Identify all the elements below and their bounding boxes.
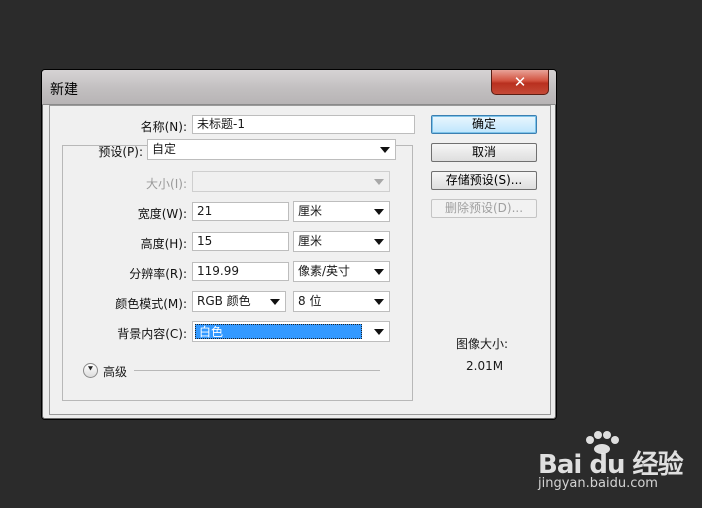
image-size-value: 2.01M bbox=[466, 359, 504, 373]
resolution-unit-select[interactable]: 像素/英寸 bbox=[293, 261, 390, 282]
height-unit-select[interactable]: 厘米 bbox=[293, 231, 390, 252]
size-label: 大小(I): bbox=[146, 177, 187, 191]
save-preset-button[interactable]: 存储预设(S)... bbox=[431, 171, 537, 190]
resolution-label: 分辨率(R): bbox=[129, 267, 187, 281]
color-mode-value: RGB 颜色 bbox=[197, 294, 251, 308]
ok-button[interactable]: 确定 bbox=[431, 115, 537, 134]
preset-value: 自定 bbox=[152, 142, 177, 156]
chevron-down-icon bbox=[270, 299, 280, 305]
preset-label: 预设(P): bbox=[98, 145, 143, 159]
chevron-down-icon bbox=[374, 239, 384, 245]
chevron-down-icon bbox=[374, 299, 384, 305]
color-mode-label: 颜色模式(M): bbox=[115, 297, 187, 311]
chevron-down-icon bbox=[374, 179, 384, 185]
bit-depth-select[interactable]: 8 位 bbox=[293, 291, 390, 312]
preset-select[interactable]: 自定 bbox=[147, 139, 396, 160]
image-size-label: 图像大小: bbox=[456, 337, 509, 351]
dialog-title: 新建 bbox=[50, 82, 78, 98]
chevron-down-icon bbox=[374, 329, 384, 335]
width-label: 宽度(W): bbox=[137, 207, 187, 221]
background-label: 背景内容(C): bbox=[117, 327, 187, 341]
watermark-url: jingyan.baidu.com bbox=[538, 476, 658, 491]
size-select bbox=[192, 171, 390, 192]
width-unit-select[interactable]: 厘米 bbox=[293, 201, 390, 222]
background-value: 白色 bbox=[195, 324, 362, 339]
bit-depth-value: 8 位 bbox=[298, 294, 322, 308]
chevron-double-down-icon: ⯆ bbox=[86, 365, 95, 375]
resolution-unit-value: 像素/英寸 bbox=[298, 264, 351, 278]
color-mode-select[interactable]: RGB 颜色 bbox=[192, 291, 286, 312]
close-button[interactable]: ✕ bbox=[491, 70, 549, 95]
name-label: 名称(N): bbox=[140, 120, 187, 134]
close-icon: ✕ bbox=[513, 73, 527, 91]
title-bar[interactable]: 新建 ✕ bbox=[42, 70, 556, 105]
new-document-dialog: 新建 ✕ 名称(N): 未标题-1 预设(P): 自定 大小(I): 宽度(W)… bbox=[41, 69, 557, 420]
dialog-body: 名称(N): 未标题-1 预设(P): 自定 大小(I): 宽度(W): 21 … bbox=[49, 105, 551, 415]
width-input[interactable]: 21 bbox=[192, 202, 289, 221]
height-unit-value: 厘米 bbox=[298, 234, 323, 248]
advanced-toggle[interactable]: ⯆ bbox=[83, 363, 98, 378]
height-label: 高度(H): bbox=[140, 237, 187, 251]
chevron-down-icon bbox=[374, 269, 384, 275]
name-input[interactable]: 未标题-1 bbox=[192, 115, 415, 134]
width-unit-value: 厘米 bbox=[298, 204, 323, 218]
chevron-down-icon bbox=[380, 147, 390, 153]
height-input[interactable]: 15 bbox=[192, 232, 289, 251]
advanced-divider bbox=[134, 370, 380, 371]
background-select[interactable]: 白色 bbox=[192, 321, 390, 342]
delete-preset-button: 删除预设(D)... bbox=[431, 199, 537, 218]
resolution-input[interactable]: 119.99 bbox=[192, 262, 289, 281]
advanced-label: 高级 bbox=[103, 365, 128, 379]
cancel-button[interactable]: 取消 bbox=[431, 143, 537, 162]
chevron-down-icon bbox=[374, 209, 384, 215]
